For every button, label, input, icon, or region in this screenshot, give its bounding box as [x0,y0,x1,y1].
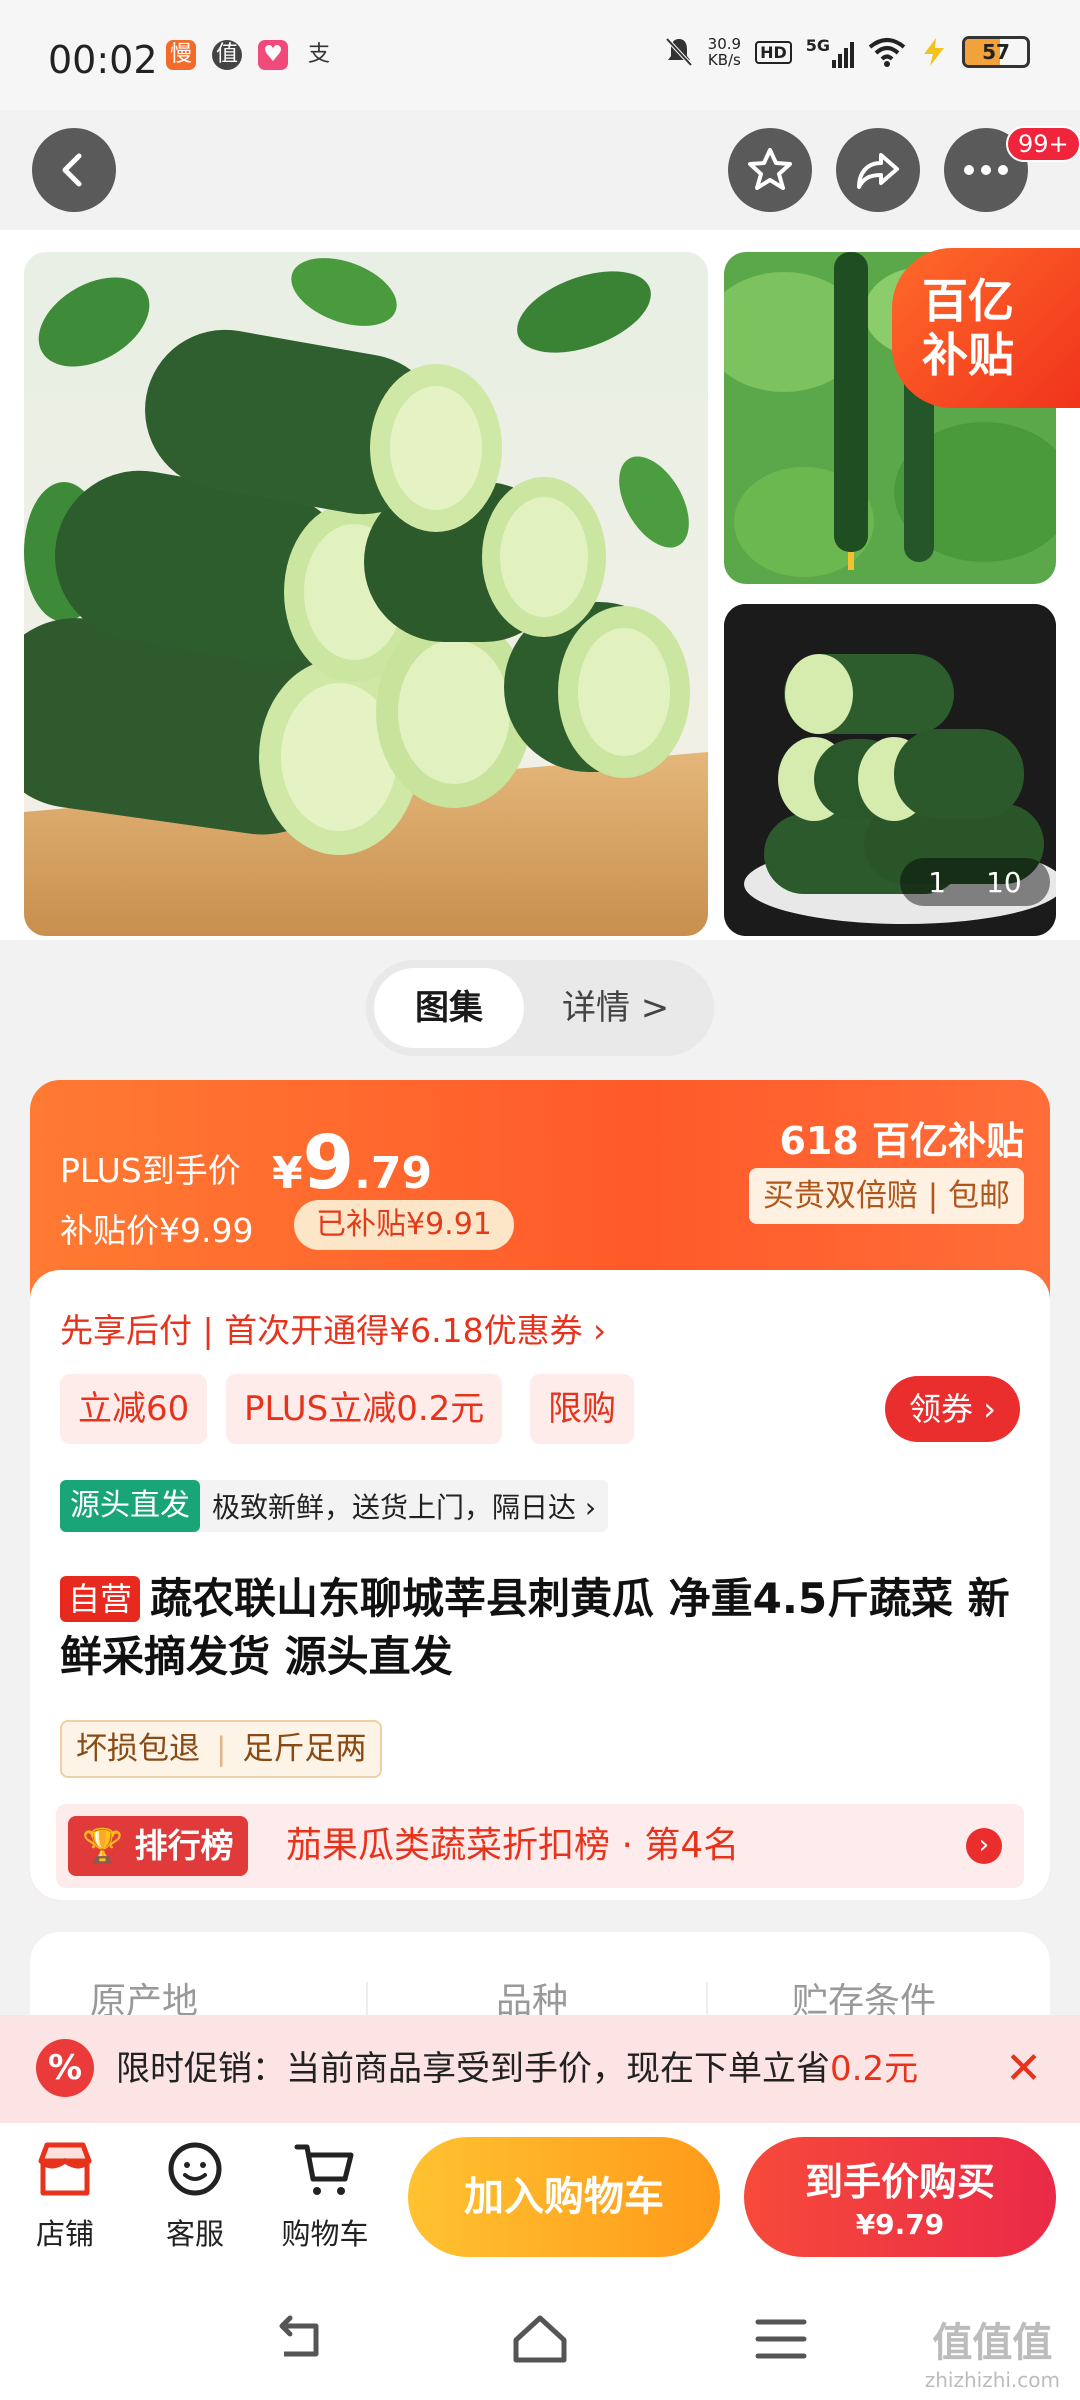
plus-price-label: PLUS到手价 [60,1151,241,1190]
alipay-icon: 支 [307,42,330,67]
get-coupon-button[interactable]: 领券 › [885,1376,1020,1442]
back-nav-icon[interactable] [270,2310,330,2370]
full-weight-tag: 足斤足两 [242,1731,367,1767]
clock: 00:02 [48,38,158,82]
cart-button[interactable]: 购物车 [270,2139,380,2253]
ranking-row[interactable]: 🏆 排行榜 茄果瓜类蔬菜折扣榜 · 第4名 › [56,1804,1024,1888]
app-notification-icon: ♥ [258,40,288,70]
guarantee-tag: 买贵双倍赔 | 包邮 [748,1168,1024,1224]
origin-direct-text: 极致新鲜，送货上门，隔日达 › [212,1491,597,1524]
tab-gallery[interactable]: 图集 [374,968,524,1048]
damage-return-tag: 坏损包退 [76,1731,200,1767]
ranking-tag: 🏆 排行榜 [68,1816,248,1876]
signal-icon: 5G [806,36,854,68]
net-speed: 30.9 KB/s [707,35,742,69]
promo-banner-text: 限时促销：当前商品享受到手价，现在下单立省0.2元 [116,2049,919,2089]
home-nav-icon[interactable] [508,2310,572,2370]
service-label: 客服 [165,2217,224,2251]
product-image-main[interactable] [24,252,708,936]
message-count-badge: 99+ [1006,126,1080,162]
trophy-icon: 🏆 [82,1826,124,1865]
shop-label: 店铺 [35,2217,94,2251]
promo-plus-discount: PLUS立减0.2元 [226,1374,503,1444]
offer-panel: 先享后付 | 首次开通得¥6.18优惠券 › 立减60 PLUS立减0.2元 限… [30,1270,1050,1900]
billion-subsidy-badge: 百亿 补贴 [892,248,1080,408]
product-title: 自营 蔬农联山东聊城莘县刺黄瓜 净重4.5斤蔬菜 新鲜采摘发货 源头直发 [60,1574,1010,1681]
image-pager: 1 10 [900,858,1050,906]
subsidy-price: 补贴价¥9.99 [60,1211,254,1250]
favorite-button[interactable] [728,128,812,212]
share-icon [857,153,899,189]
menu-nav-icon[interactable] [754,2314,808,2364]
chevron-left-icon [62,153,82,187]
cucumber-stack-image [24,252,708,936]
subsidy-amount-tag: 已补贴¥9.91 [294,1200,514,1250]
plus-price: ¥9.79 [272,1120,433,1206]
promo-discount-60: 立减60 [60,1374,208,1444]
shop-button[interactable]: 店铺 [10,2139,120,2253]
service-tags: 坏损包退 | 足斤足两 [60,1720,383,1778]
wifi-icon [868,38,906,67]
status-indicators: 30.9 KB/s HD 5G 57 [664,36,1030,68]
close-icon[interactable]: ✕ [1005,2015,1042,2123]
app-notification-icon: 值 [212,40,242,70]
app-notification-icon: 慢 [166,40,196,70]
chevron-right-icon: › [966,1828,1002,1864]
shopping-cart-icon [294,2144,354,2195]
system-nav-bar [0,2280,1080,2400]
percent-icon: % [36,2039,94,2097]
cart-label: 购物车 [281,2217,369,2251]
gallery-detail-switch: 图集 详情 > [366,960,714,1056]
pay-later-offer[interactable]: 先享后付 | 首次开通得¥6.18优惠券 › [60,1304,606,1352]
watermark: 值值值 zhizhizhi.com [924,2320,1060,2392]
hd-icon: HD [755,40,792,64]
battery-icon: 57 [962,36,1030,68]
origin-direct-row[interactable]: 源头直发 极致新鲜，送货上门，隔日达 › [60,1480,609,1532]
back-button[interactable] [32,128,116,212]
bottom-action-bar: 店铺 客服 购物车 加入购物车 到手价购买 ¥9.79 [0,2123,1080,2280]
promo-limited: 限购 [530,1374,634,1444]
store-icon [38,2142,92,2196]
brand-618-subsidy[interactable]: 618 百亿补贴 [779,1110,1024,1165]
add-to-cart-button[interactable]: 加入购物车 [408,2137,720,2257]
share-button[interactable] [836,128,920,212]
ranking-text: 茄果瓜类蔬菜折扣榜 · 第4名 [286,1825,740,1866]
status-bar: 00:02 慢 值 ♥ 支 30.9 KB/s HD 5G 57 [0,0,1080,110]
notification-icons: 慢 值 ♥ 支 [166,40,334,70]
origin-direct-tag: 源头直发 [60,1480,200,1532]
chat-smile-icon [168,2142,222,2196]
charging-icon [924,38,944,66]
price-card: PLUS到手价 ¥9.79 补贴价¥9.99 已补贴¥9.91 618 百亿补贴… [30,1080,1050,1900]
promo-banner[interactable]: % 限时促销：当前商品享受到手价，现在下单立省0.2元 ✕ [0,2015,1080,2123]
tab-details[interactable]: 详情 > [562,968,669,1048]
buy-now-button[interactable]: 到手价购买 ¥9.79 [744,2137,1056,2257]
star-icon [748,148,792,190]
mute-bell-icon [665,37,693,67]
self-operated-tag: 自营 [60,1576,141,1622]
customer-service-button[interactable]: 客服 [140,2139,250,2253]
more-dots-icon [964,165,1008,175]
